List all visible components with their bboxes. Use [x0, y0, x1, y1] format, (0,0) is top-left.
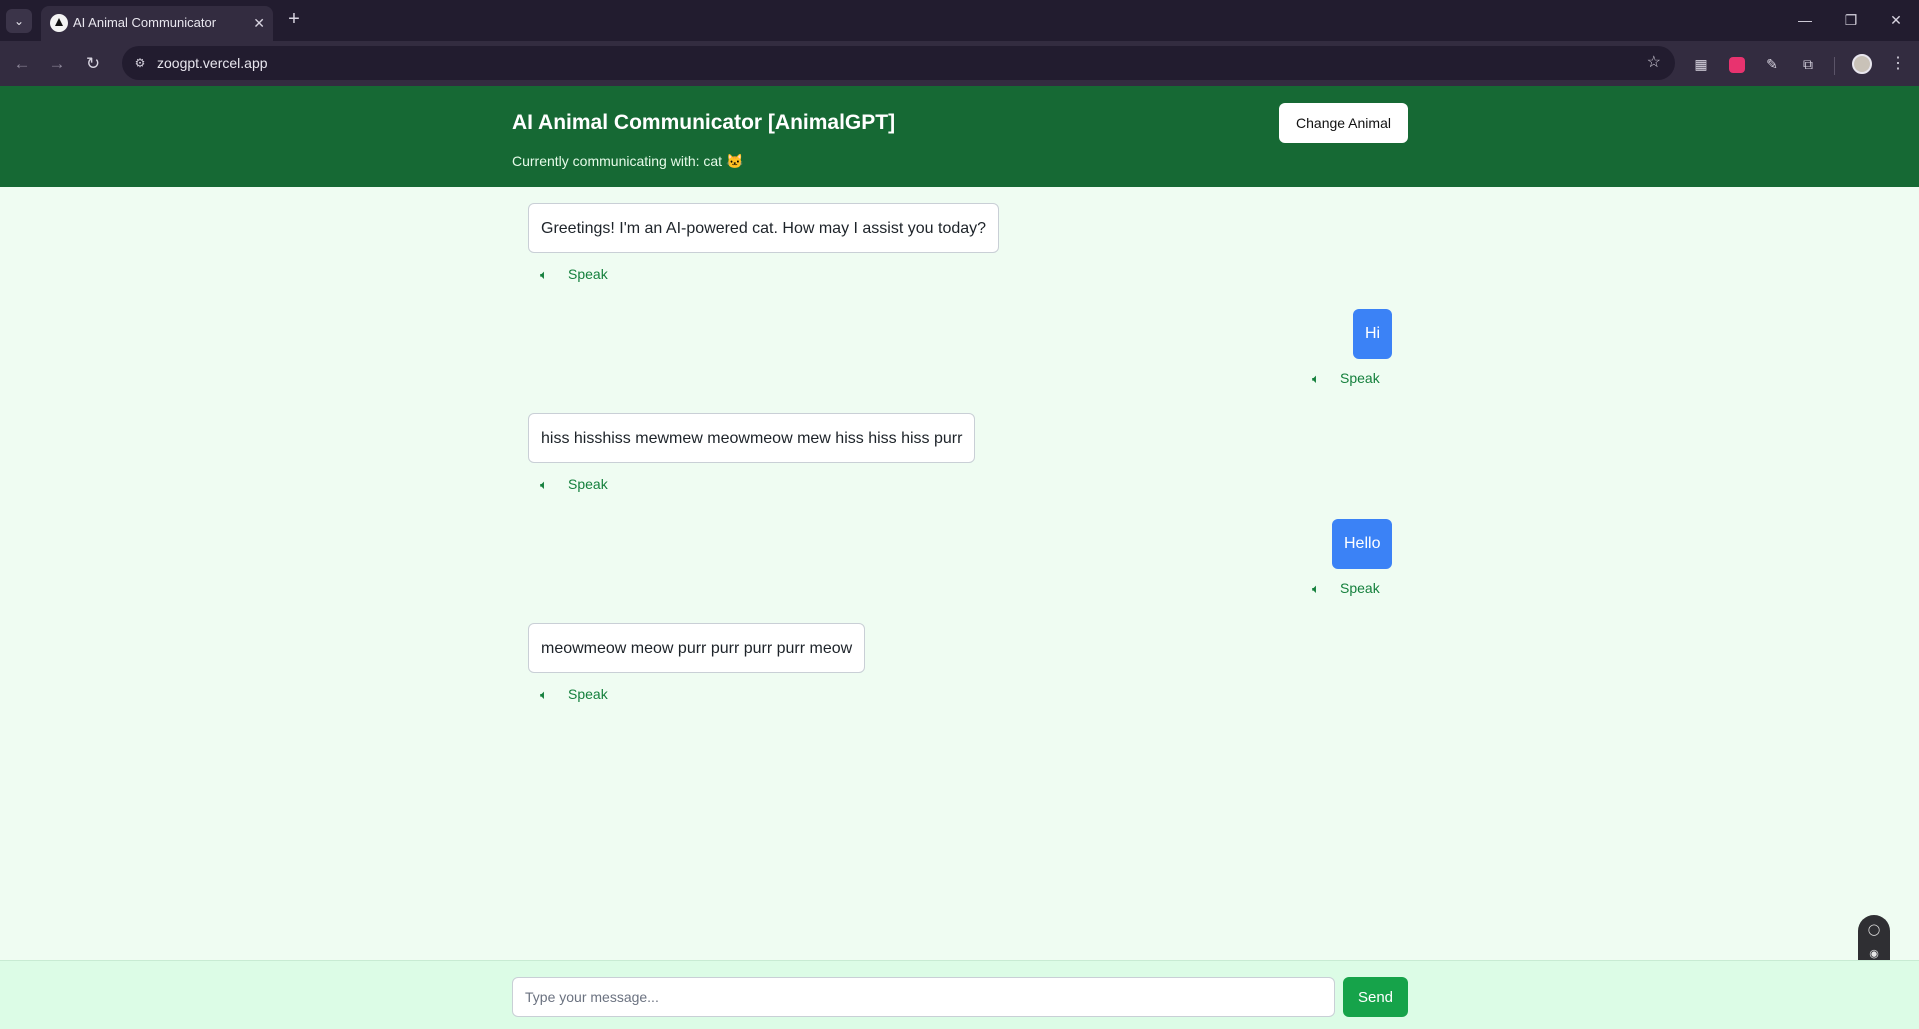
qr-code-extension-icon[interactable]: ▦ — [1690, 53, 1712, 75]
tab-close-icon[interactable]: ✕ — [253, 14, 265, 32]
profile-avatar[interactable] — [1852, 54, 1872, 74]
message-input[interactable] — [512, 977, 1335, 1017]
site-info-icon[interactable]: ⚙ — [130, 53, 150, 73]
window-close-icon[interactable]: ✕ — [1881, 8, 1911, 32]
address-bar[interactable]: ⚙ zoogpt.vercel.app ☆ — [122, 46, 1675, 80]
user-message: Hi — [1353, 309, 1392, 359]
message-composer: Send — [0, 960, 1919, 1029]
toolbar-divider — [1834, 57, 1835, 75]
speak-button[interactable]: 🔈︎ Speak — [540, 474, 608, 494]
speaker-icon: 🔈︎ — [540, 267, 548, 282]
extensions-puzzle-icon[interactable]: ⧉ — [1797, 53, 1819, 75]
bot-message: meowmeow meow purr purr purr purr meow — [528, 623, 865, 673]
back-arrow-icon[interactable]: ← — [9, 51, 35, 77]
speak-button[interactable]: 🔈︎ Speak — [540, 684, 608, 704]
tab-search-chevron-down-icon[interactable]: ⌄ — [6, 9, 32, 33]
speak-label: Speak — [1340, 370, 1380, 386]
send-button[interactable]: Send — [1343, 977, 1408, 1017]
chat-bubble-icon[interactable]: ◯ — [1858, 919, 1890, 941]
browser-toolbar: ← → ↻ ⚙ zoogpt.vercel.app ☆ ▦ ✎ ⧉ ⋮ — [0, 41, 1919, 86]
forward-arrow-icon[interactable]: → — [44, 51, 70, 77]
bot-message: Greetings! I'm an AI-powered cat. How ma… — [528, 203, 999, 253]
page-title: AI Animal Communicator [AnimalGPT] — [512, 111, 896, 134]
tab-title: AI Animal Communicator — [73, 15, 217, 30]
user-message: Hello — [1332, 519, 1392, 569]
current-animal-status: Currently communicating with: cat 🐱 — [512, 153, 744, 169]
speaker-icon: 🔈︎ — [1312, 371, 1320, 386]
new-tab-plus-icon[interactable]: + — [282, 8, 306, 32]
speak-button[interactable]: 🔈︎ Speak — [540, 264, 608, 284]
red-extension-icon[interactable] — [1726, 53, 1748, 75]
speak-label: Speak — [568, 686, 608, 702]
vercel-favicon-icon — [50, 14, 68, 32]
speak-label: Speak — [568, 266, 608, 282]
bookmark-star-icon[interactable]: ☆ — [1647, 53, 1661, 73]
speaker-icon: 🔈︎ — [1312, 581, 1320, 596]
app-header: AI Animal Communicator [AnimalGPT] Curre… — [0, 86, 1919, 187]
speak-label: Speak — [1340, 580, 1380, 596]
browser-tab[interactable]: AI Animal Communicator ✕ — [41, 6, 273, 41]
url-text[interactable]: zoogpt.vercel.app — [157, 55, 268, 71]
restore-icon[interactable]: ❐ — [1836, 8, 1866, 32]
speak-button[interactable]: 🔈︎ Speak — [1312, 578, 1380, 598]
reload-icon[interactable]: ↻ — [80, 51, 106, 77]
browser-tab-bar: ⌄ AI Animal Communicator ✕ + — ❐ ✕ — [0, 0, 1919, 41]
browser-menu-kebab-icon[interactable]: ⋮ — [1888, 53, 1908, 75]
speak-button[interactable]: 🔈︎ Speak — [1312, 368, 1380, 388]
speaker-icon: 🔈︎ — [540, 687, 548, 702]
edit-extension-icon[interactable]: ✎ — [1761, 53, 1783, 75]
minimize-icon[interactable]: — — [1790, 8, 1820, 32]
speaker-icon: 🔈︎ — [540, 477, 548, 492]
bot-message: hiss hisshiss mewmew meowmeow mew hiss h… — [528, 413, 975, 463]
speak-label: Speak — [568, 476, 608, 492]
change-animal-button[interactable]: Change Animal — [1279, 103, 1408, 143]
